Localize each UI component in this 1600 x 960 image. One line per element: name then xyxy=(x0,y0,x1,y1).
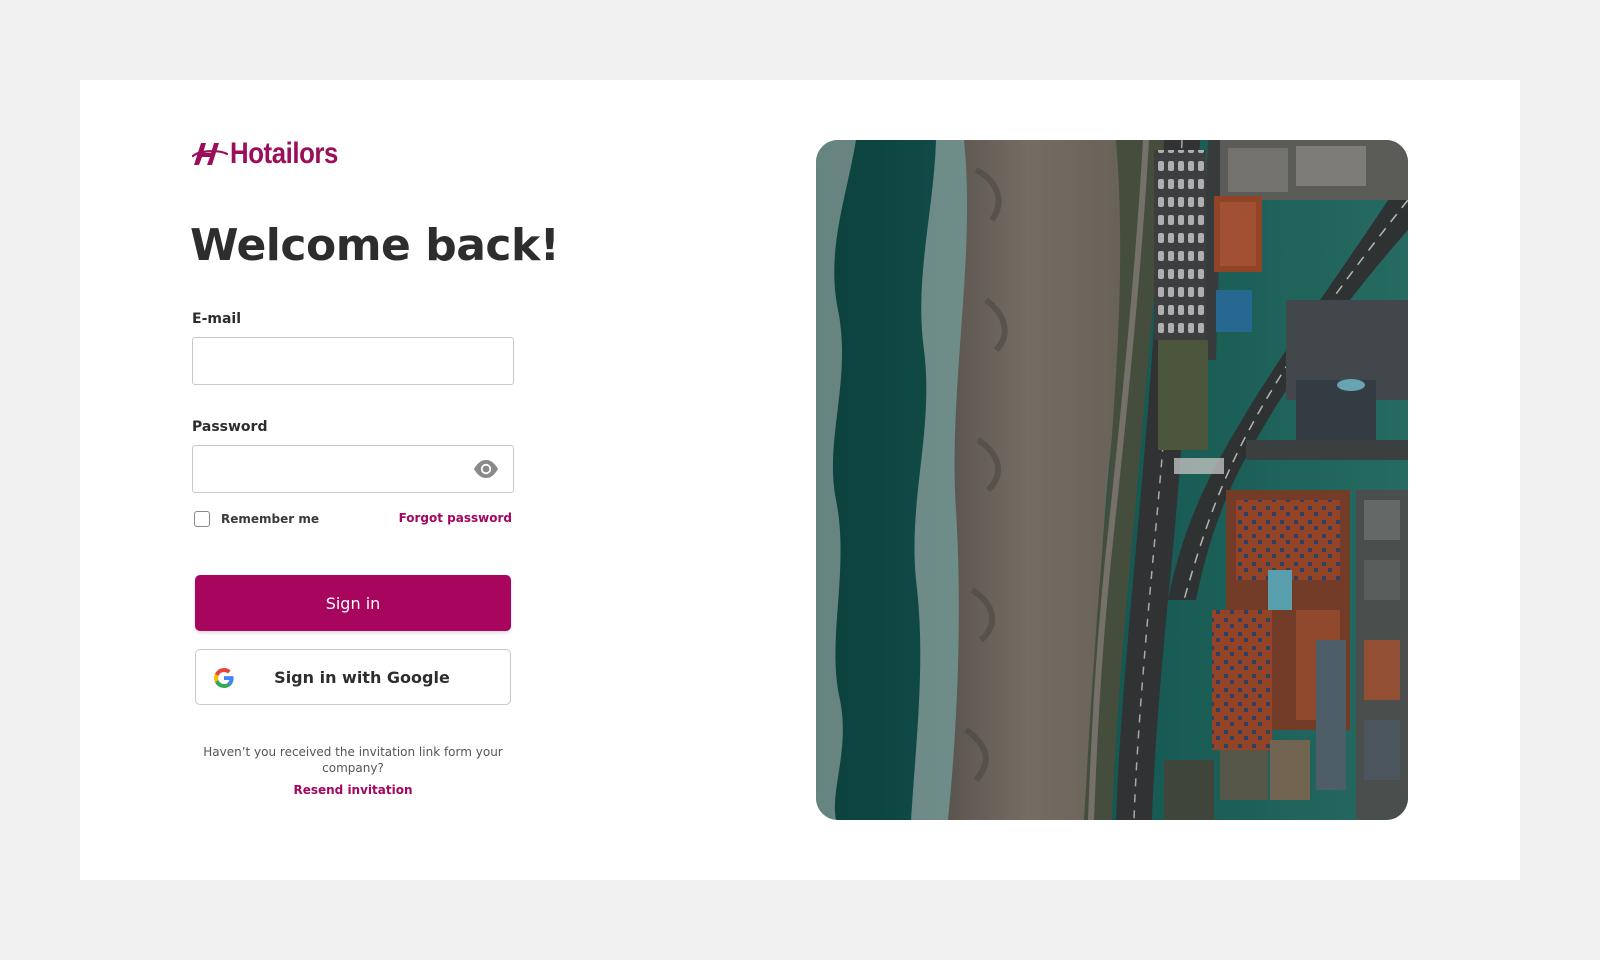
google-g-icon xyxy=(214,668,234,688)
google-button-label: Sign in with Google xyxy=(274,667,450,687)
sign-in-with-google-button[interactable]: Sign in with Google xyxy=(195,649,511,705)
remember-me-checkbox[interactable] xyxy=(194,511,210,527)
email-field[interactable] xyxy=(192,337,514,385)
forgot-password-link[interactable]: Forgot password xyxy=(399,511,512,525)
login-card: Hotailors Welcome back! E-mail Password … xyxy=(80,80,1520,880)
sign-in-button[interactable]: Sign in xyxy=(195,575,511,631)
aerial-coastline-photo xyxy=(816,140,1408,820)
password-field[interactable] xyxy=(192,445,514,493)
remember-me-label[interactable]: Remember me xyxy=(221,512,319,526)
hotailors-h-logo-icon xyxy=(192,143,228,165)
password-label: Password xyxy=(192,419,268,435)
remember-me: Remember me xyxy=(194,509,319,529)
brand-logo[interactable]: Hotailors xyxy=(192,136,356,172)
brand-name: Hotailors xyxy=(230,137,338,170)
eye-icon[interactable] xyxy=(473,458,499,480)
page-title: Welcome back! xyxy=(190,220,560,271)
invitation-help-text: Haven’t you received the invitation link… xyxy=(203,745,503,775)
email-label: E-mail xyxy=(192,311,242,327)
resend-invitation-link[interactable]: Resend invitation xyxy=(192,783,514,797)
